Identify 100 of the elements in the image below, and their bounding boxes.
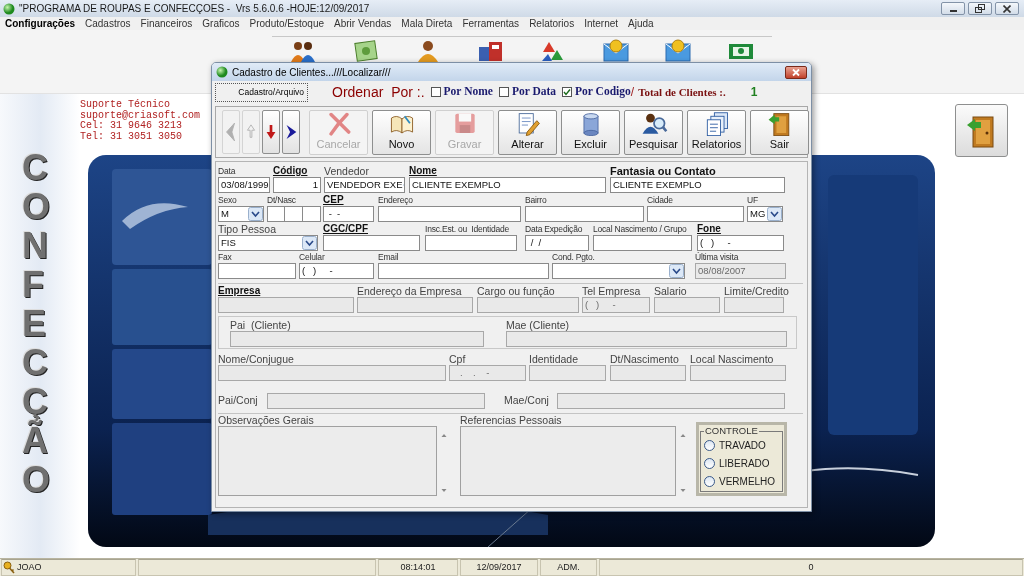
toolbar-button[interactable]: Pesquisar: [624, 109, 683, 155]
support-text: Cel: 31 9646 3213: [80, 121, 183, 131]
text-field[interactable]: - -: [323, 206, 374, 222]
checkbox-label: Por Nome: [443, 84, 493, 100]
text-field[interactable]: / /: [525, 235, 589, 251]
key-icon: [3, 560, 15, 575]
field-label: Email: [378, 251, 399, 263]
user-name: JOAO: [17, 560, 42, 574]
text-field[interactable]: [378, 263, 549, 279]
minimize-button[interactable]: [941, 2, 965, 15]
field-label: Observações Gerais: [218, 414, 315, 426]
check-icon: [563, 88, 572, 96]
total-label: Total de Clientes :.: [638, 84, 726, 100]
arrow-button[interactable]: [262, 110, 280, 154]
window-title: "PROGRAMA DE ROUPAS E CONFECÇOES - Vrs 5.6.0.6 -HOJE:12/09/2017: [19, 2, 371, 16]
menu-item[interactable]: Ajuda: [623, 17, 659, 30]
minimize-icon: [949, 10, 957, 12]
text-field[interactable]: [218, 263, 296, 279]
field-label: Código: [273, 165, 308, 177]
text-field[interactable]: CLIENTE EXEMPLO: [409, 177, 606, 193]
field-label: Celular: [299, 251, 325, 263]
chevron-down-icon: [248, 207, 263, 221]
field-label: Limite/Credito: [724, 285, 789, 297]
checkbox[interactable]: [430, 87, 441, 97]
field-label: Pai/Conj: [218, 393, 259, 409]
text-field[interactable]: [378, 206, 521, 222]
status-time: 08:14:01: [378, 559, 458, 576]
text-field[interactable]: [647, 206, 744, 222]
menu-item[interactable]: Configurações: [0, 17, 80, 30]
field-label: Cargo ou função: [477, 285, 555, 297]
toolbar-button[interactable]: Relatorios: [687, 109, 746, 155]
group-title: CONTROLE: [704, 426, 759, 436]
menu-item[interactable]: Cadastros: [80, 17, 136, 30]
field-label: Dt/Nascimento: [610, 353, 679, 365]
text-field[interactable]: ( ) -: [299, 263, 374, 279]
close-button[interactable]: [995, 2, 1019, 15]
text-field[interactable]: [525, 206, 644, 222]
restore-button[interactable]: [968, 2, 992, 15]
text-field[interactable]: [425, 235, 517, 251]
text-field[interactable]: ( ) -: [697, 235, 784, 251]
field-label: Tipo Pessoa: [218, 223, 276, 235]
chevron-down-icon: [302, 236, 317, 250]
text-field[interactable]: [593, 235, 692, 251]
toolbar-button[interactable]: Novo: [372, 109, 431, 155]
radio-label: TRAVADO: [719, 438, 766, 453]
field-label: Cpf: [449, 353, 466, 365]
support-text: Tel: 31 3051 3050: [80, 131, 184, 142]
radio-button[interactable]: [704, 457, 715, 469]
field-label: Última visita: [695, 251, 739, 263]
status-count: 0: [599, 559, 1023, 576]
menu-item[interactable]: Produto/Estoque: [244, 17, 330, 30]
text-field[interactable]: CLIENTE EXEMPLO: [610, 177, 785, 193]
envelope-coin-icon: [664, 38, 693, 62]
menu-item[interactable]: Internet: [579, 17, 624, 30]
exit-button[interactable]: [955, 104, 1008, 157]
dropdown[interactable]: MG: [747, 206, 783, 222]
field-label: Local Nascimento: [690, 353, 774, 365]
field-label: Referencias Pessoais: [460, 414, 563, 426]
field-label: Nome/Conjugue: [218, 353, 294, 365]
total-count: 1: [750, 84, 758, 101]
field-label: Pai (Cliente): [230, 318, 291, 331]
checkbox[interactable]: [498, 87, 509, 97]
field-label: Insc.Est. ou Identidade: [425, 223, 510, 235]
menu-item[interactable]: Abrir Vendas: [329, 17, 397, 30]
field-label: Fantasia ou Contato: [610, 165, 716, 177]
toolbar-button[interactable]: Alterar: [498, 109, 557, 155]
menu-item[interactable]: Mala Direta: [396, 17, 458, 30]
arrow-button[interactable]: [282, 110, 300, 154]
text-field[interactable]: [323, 235, 420, 251]
side-title: CONFECÇÃO: [22, 148, 51, 499]
dropdown[interactable]: M: [218, 206, 264, 222]
dropdown[interactable]: FIS: [218, 235, 318, 251]
menu-item[interactable]: Ferramentas: [457, 17, 525, 30]
field-label: Salario: [654, 285, 687, 297]
separator-text: /: [630, 84, 635, 101]
tab-button[interactable]: Cadastro/Arquivo: [215, 82, 308, 102]
status-role: ADM.: [540, 559, 597, 576]
checkbox[interactable]: [562, 87, 573, 97]
radio-button[interactable]: [704, 475, 715, 487]
toolbar-button[interactable]: Sair: [750, 109, 809, 155]
field-label: Empresa: [218, 285, 261, 297]
field-label: Fone: [697, 223, 721, 235]
dropdown[interactable]: VENDEDOR EXE: [324, 177, 405, 193]
sort-label: Ordenar Por :.: [332, 82, 425, 102]
toolbar-button[interactable]: Excluir: [561, 109, 620, 155]
dialog-title: Cadastro de Clientes...///Localizar///: [232, 65, 392, 80]
menu-item[interactable]: Relatorios: [524, 17, 580, 30]
chevron-down-icon: [767, 207, 782, 221]
field-label: Cidade: [647, 194, 673, 206]
radio-label: VERMELHO: [719, 474, 776, 489]
dropdown[interactable]: [552, 263, 685, 279]
text-field[interactable]: 1: [273, 177, 321, 193]
field-label: Data: [218, 165, 236, 177]
radio-button[interactable]: [704, 439, 715, 451]
menu-item[interactable]: Graficos: [197, 17, 245, 30]
date-field[interactable]: [267, 206, 321, 222]
text-field[interactable]: 03/08/1999: [218, 177, 270, 193]
menu-item[interactable]: Financeiros: [135, 17, 198, 30]
app-icon: [3, 2, 15, 15]
close-button[interactable]: [785, 65, 807, 79]
